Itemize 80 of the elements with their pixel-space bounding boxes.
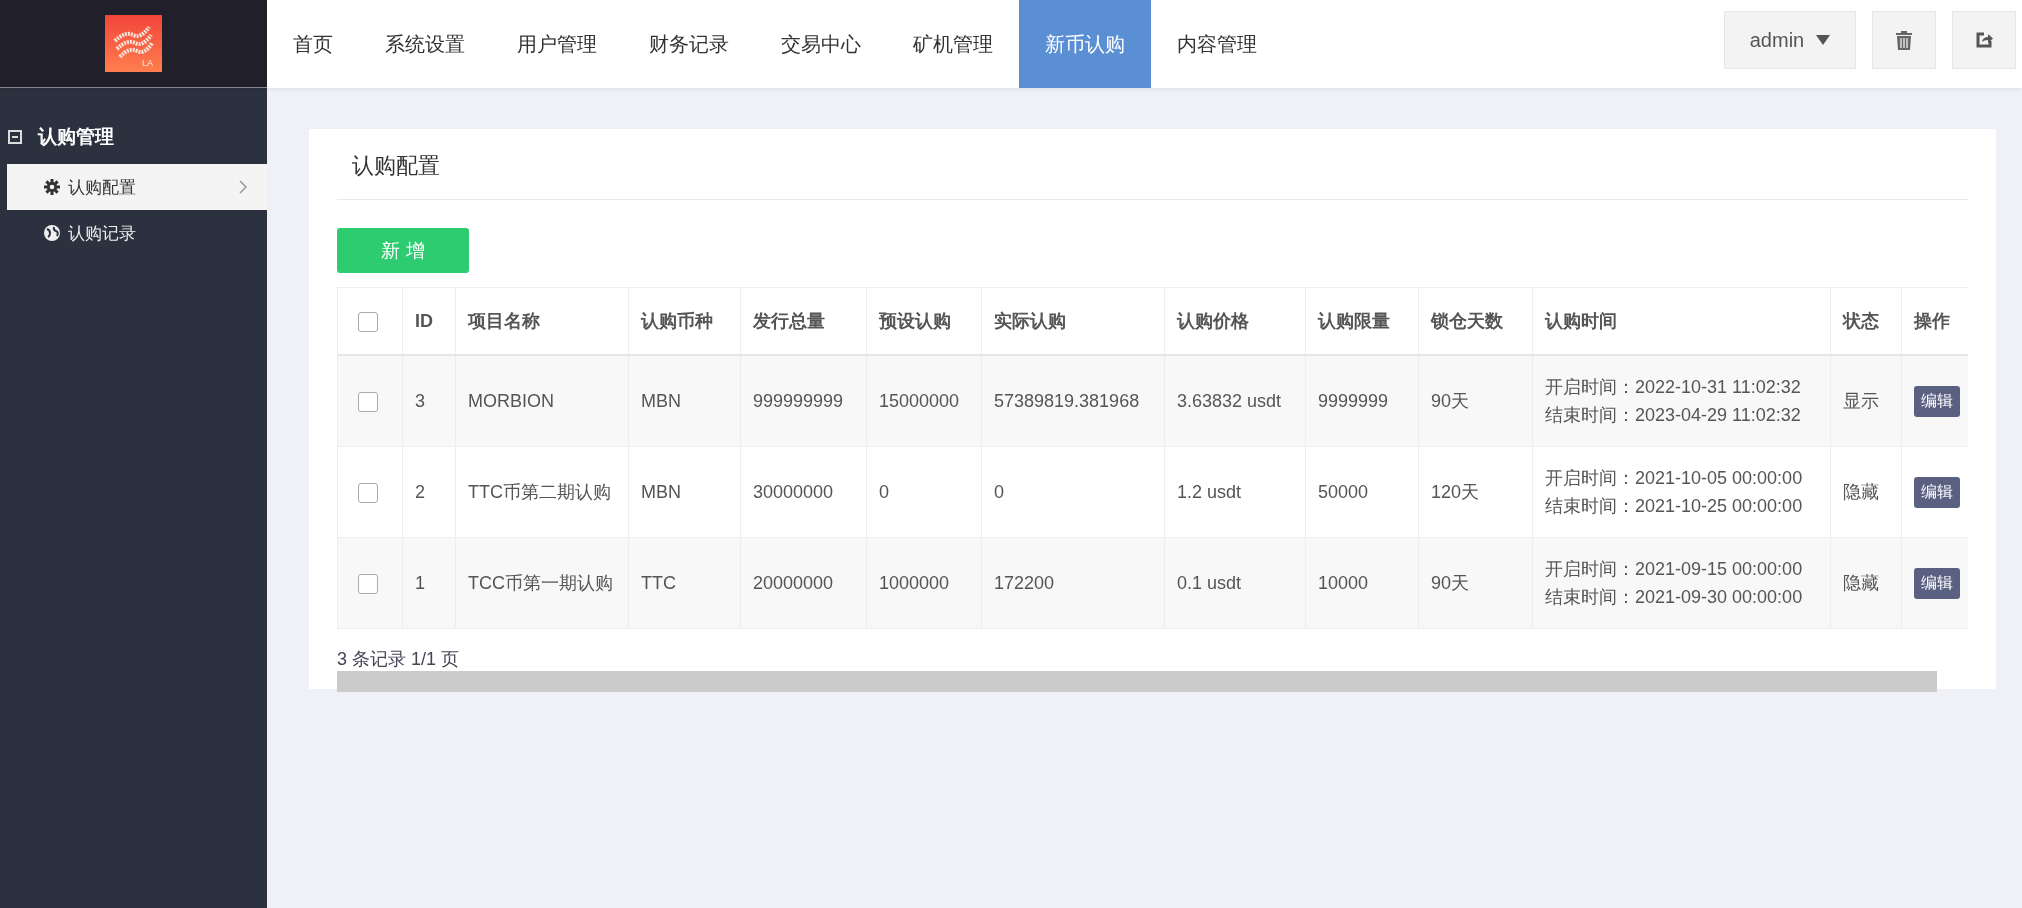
column-header: 认购币种 — [641, 311, 713, 331]
table-cell: 50000 — [1318, 481, 1369, 502]
edit-button[interactable]: 编辑 — [1914, 567, 1960, 599]
row-checkbox[interactable] — [358, 482, 378, 503]
end-time: 结束时间：2023-04-29 11:02:32 — [1545, 404, 1802, 426]
table-cell: 0.1 usdt — [1177, 572, 1242, 593]
table-cell: 10000 — [1318, 572, 1369, 593]
collapse-icon — [8, 130, 22, 144]
gear-icon — [44, 179, 60, 195]
table-cell: 30000000 — [753, 481, 834, 502]
user-menu-button[interactable]: admin — [1724, 11, 1856, 69]
start-time: 开启时间：2022-10-31 11:02:32 — [1545, 376, 1802, 398]
sidebar-group-label: 认购管理 — [38, 125, 114, 149]
table-cell: 3.63832 usdt — [1177, 390, 1282, 411]
table-cell: 120天 — [1431, 482, 1480, 502]
column-header: 锁仓天数 — [1431, 311, 1503, 331]
edit-button[interactable]: 编辑 — [1914, 385, 1960, 417]
table-cell: MBN — [641, 390, 681, 411]
column-header: 项目名称 — [468, 311, 540, 331]
table-cell: 0 — [994, 481, 1004, 502]
page-title: 认购配置 — [351, 152, 441, 180]
column-header: 操作 — [1914, 311, 1950, 331]
row-checkbox[interactable] — [358, 573, 378, 594]
column-header: 认购价格 — [1177, 311, 1249, 331]
trash-icon — [1896, 30, 1912, 50]
table-cell: 15000000 — [879, 390, 960, 411]
edit-button[interactable]: 编辑 — [1914, 476, 1960, 508]
sidebar-item[interactable]: 认购记录 — [7, 210, 267, 256]
table-cell: 90天 — [1431, 391, 1470, 411]
table-cell: 172200 — [994, 572, 1055, 593]
nav-tab[interactable]: 财务记录 — [623, 0, 755, 88]
table-cell: TTC币第二期认购 — [468, 482, 611, 502]
row-checkbox[interactable] — [358, 391, 378, 412]
logout-button[interactable] — [1952, 11, 2016, 69]
status-text: 显示 — [1843, 391, 1879, 411]
nav-tab[interactable]: 系统设置 — [359, 0, 491, 88]
status-text: 隐藏 — [1843, 482, 1879, 502]
column-header: 认购时间 — [1545, 311, 1617, 331]
table-cell: 1 — [415, 572, 425, 593]
logo-icon: LA — [105, 15, 162, 72]
table-cell: TTC — [641, 572, 676, 593]
pagination-info: 3 条记录 1/1 页 — [337, 648, 461, 671]
trash-button[interactable] — [1872, 11, 1936, 69]
horizontal-scrollbar[interactable] — [337, 671, 1937, 692]
table-cell: 999999999 — [753, 390, 844, 411]
end-time: 结束时间：2021-10-25 00:00:00 — [1545, 495, 1804, 517]
column-header: 认购限量 — [1318, 311, 1390, 331]
table-cell: 3 — [415, 390, 425, 411]
table-cell: 57389819.381968 — [994, 390, 1140, 411]
table-cell: 0 — [879, 481, 889, 502]
nav-tab[interactable]: 内容管理 — [1151, 0, 1283, 88]
column-header: 实际认购 — [994, 311, 1066, 331]
column-header: 预设认购 — [879, 311, 951, 331]
column-header: 发行总量 — [753, 311, 825, 331]
share-exit-icon — [1975, 31, 1993, 49]
globe-icon — [44, 225, 60, 241]
nav-tab[interactable]: 用户管理 — [491, 0, 623, 88]
column-header: ID — [415, 310, 433, 331]
nav-tab[interactable]: 首页 — [267, 0, 359, 88]
column-header: 状态 — [1843, 311, 1879, 331]
nav-tab[interactable]: 矿机管理 — [887, 0, 1019, 88]
table-cell: 90天 — [1431, 573, 1470, 593]
table-cell: 2 — [415, 481, 425, 502]
end-time: 结束时间：2021-09-30 00:00:00 — [1545, 586, 1804, 608]
sidebar-group[interactable]: 认购管理 — [0, 120, 267, 154]
sidebar-item[interactable]: 认购配置 — [7, 164, 267, 210]
select-all-checkbox[interactable] — [358, 311, 378, 332]
chevron-right-icon — [239, 180, 247, 194]
caret-icon — [1816, 35, 1831, 45]
table-cell: 1000000 — [879, 572, 950, 593]
table-cell: TCC币第一期认购 — [468, 573, 613, 593]
table-cell: 9999999 — [1318, 390, 1389, 411]
status-text: 隐藏 — [1843, 573, 1879, 593]
start-time: 开启时间：2021-10-05 00:00:00 — [1545, 467, 1804, 489]
start-time: 开启时间：2021-09-15 00:00:00 — [1545, 558, 1804, 580]
nav-tab[interactable]: 交易中心 — [755, 0, 887, 88]
table-cell: 1.2 usdt — [1177, 481, 1242, 502]
table-cell: MORBION — [468, 390, 554, 411]
table-cell: MBN — [641, 481, 681, 502]
table-cell: 20000000 — [753, 572, 834, 593]
